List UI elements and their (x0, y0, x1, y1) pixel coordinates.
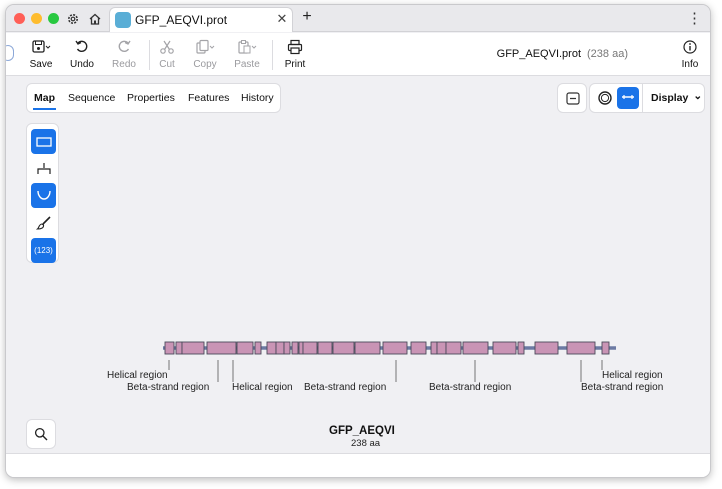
feature-label: Helical region (232, 382, 293, 393)
feature-label: Helical region (602, 370, 663, 381)
feature-box[interactable] (462, 341, 489, 355)
feature-box[interactable] (254, 341, 262, 355)
feature-box[interactable] (445, 341, 462, 355)
protein-map (163, 341, 616, 382)
feature-box[interactable] (298, 341, 304, 355)
feature-box[interactable] (164, 341, 175, 355)
feature-box[interactable] (266, 341, 277, 355)
feature-box[interactable] (410, 341, 427, 355)
zoom-button[interactable] (26, 419, 56, 449)
feature-box[interactable] (283, 341, 291, 355)
feature-label: Beta-strand region (127, 382, 210, 393)
feature-box[interactable] (302, 341, 318, 355)
feature-box[interactable] (206, 341, 237, 355)
feature-box[interactable] (492, 341, 517, 355)
feature-box[interactable] (430, 341, 438, 355)
feature-box[interactable] (291, 341, 299, 355)
feature-box[interactable] (181, 341, 205, 355)
feature-box[interactable] (436, 341, 447, 355)
feature-box[interactable] (354, 341, 381, 355)
feature-box[interactable] (382, 341, 408, 355)
feature-box[interactable] (601, 341, 610, 355)
feature-label: Helical region (107, 370, 168, 381)
feature-box[interactable] (275, 341, 285, 355)
feature-box[interactable] (175, 341, 183, 355)
feature-label: Beta-strand region (429, 382, 512, 393)
feature-box[interactable] (517, 341, 525, 355)
feature-box[interactable] (332, 341, 355, 355)
feature-label: Beta-strand region (304, 382, 387, 393)
sequence-length: 238 aa (351, 438, 381, 449)
app-window: GFP_AEQVI.prot ✕ + ⋮ Save Undo Redo Cut … (5, 4, 711, 478)
feature-box[interactable] (534, 341, 559, 355)
status-bar (6, 453, 710, 477)
feature-box[interactable] (236, 341, 254, 355)
feature-box[interactable] (566, 341, 596, 355)
magnifier-icon (34, 427, 48, 441)
feature-box[interactable] (317, 341, 333, 355)
sequence-name: GFP_AEQVI (329, 425, 395, 437)
feature-label: Beta-strand region (581, 382, 664, 393)
